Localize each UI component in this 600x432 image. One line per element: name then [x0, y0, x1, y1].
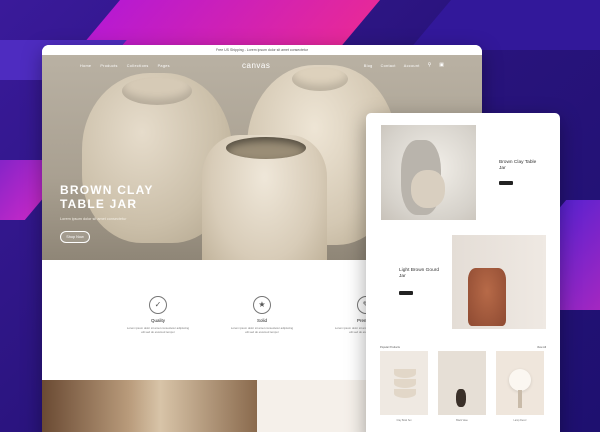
- hero-title: BROWN CLAY TABLE JAR: [60, 183, 154, 211]
- main-nav: Home Products Collections Pages: [42, 55, 482, 77]
- bowl-shape: [394, 379, 416, 388]
- vase-shape: [456, 389, 466, 407]
- brown-vase: [468, 268, 506, 326]
- feature-text: Lorem ipsum dolor sit amet consectetur a…: [126, 326, 190, 334]
- announcement-bar: Free US Shipping - Lorem ipsum dolor sit…: [42, 45, 482, 55]
- hero-subtitle: Lorem ipsum dolor sit amet consectetur: [60, 217, 127, 221]
- mini-label: Black Vase: [456, 419, 468, 422]
- product-image-2[interactable]: [452, 235, 546, 329]
- mobile-preview-window: Brown Clay Table Jar Light Brown Gourd J…: [366, 113, 560, 432]
- shop-now-button[interactable]: Shop Now: [60, 231, 90, 243]
- nav-home[interactable]: Home: [80, 64, 91, 68]
- hero-pot-center-rim: [226, 137, 306, 159]
- lamp-shape: [509, 369, 531, 391]
- product-image-1[interactable]: [381, 125, 476, 220]
- mini-product-2[interactable]: [438, 351, 486, 415]
- hero-pot-left-neck: [122, 77, 192, 105]
- feature-quality: ✓ Quality Lorem ipsum dolor sit amet con…: [126, 296, 190, 380]
- product-title-2[interactable]: Light Brown Gourd Jar: [399, 268, 439, 280]
- clay-jar: [411, 170, 445, 208]
- nav-products[interactable]: Products: [100, 64, 117, 68]
- bowl-shape: [394, 389, 416, 398]
- mini-label: Lamp Decor: [513, 419, 527, 422]
- product-title-1[interactable]: Brown Clay Table Jar: [499, 160, 539, 172]
- nav-collections[interactable]: Collections: [127, 64, 149, 68]
- feature-solid: ★ Solid Lorem ipsum dolor sit amet conse…: [230, 296, 294, 380]
- view-all-link[interactable]: View All: [537, 346, 546, 349]
- nav-pages[interactable]: Pages: [158, 64, 170, 68]
- mini-label: Clay Bowl Set: [396, 419, 412, 422]
- feature-title: Quality: [150, 318, 165, 323]
- section-title: Popular Products: [380, 346, 400, 349]
- mini-product-1[interactable]: [380, 351, 428, 415]
- lifestyle-image: [42, 380, 257, 432]
- product-button-2[interactable]: [399, 291, 413, 295]
- bg-stripe-top-right: [409, 0, 600, 50]
- bowl-shape: [394, 369, 416, 378]
- feature-text: Lorem ipsum dolor sit amet consectetur a…: [230, 326, 294, 334]
- feature-title: Solid: [256, 318, 267, 323]
- check-badge-icon: ✓: [149, 296, 167, 314]
- product-button-1[interactable]: [499, 181, 513, 185]
- mini-product-3[interactable]: [496, 351, 544, 415]
- medal-icon: ★: [253, 296, 271, 314]
- lamp-stem: [518, 390, 522, 408]
